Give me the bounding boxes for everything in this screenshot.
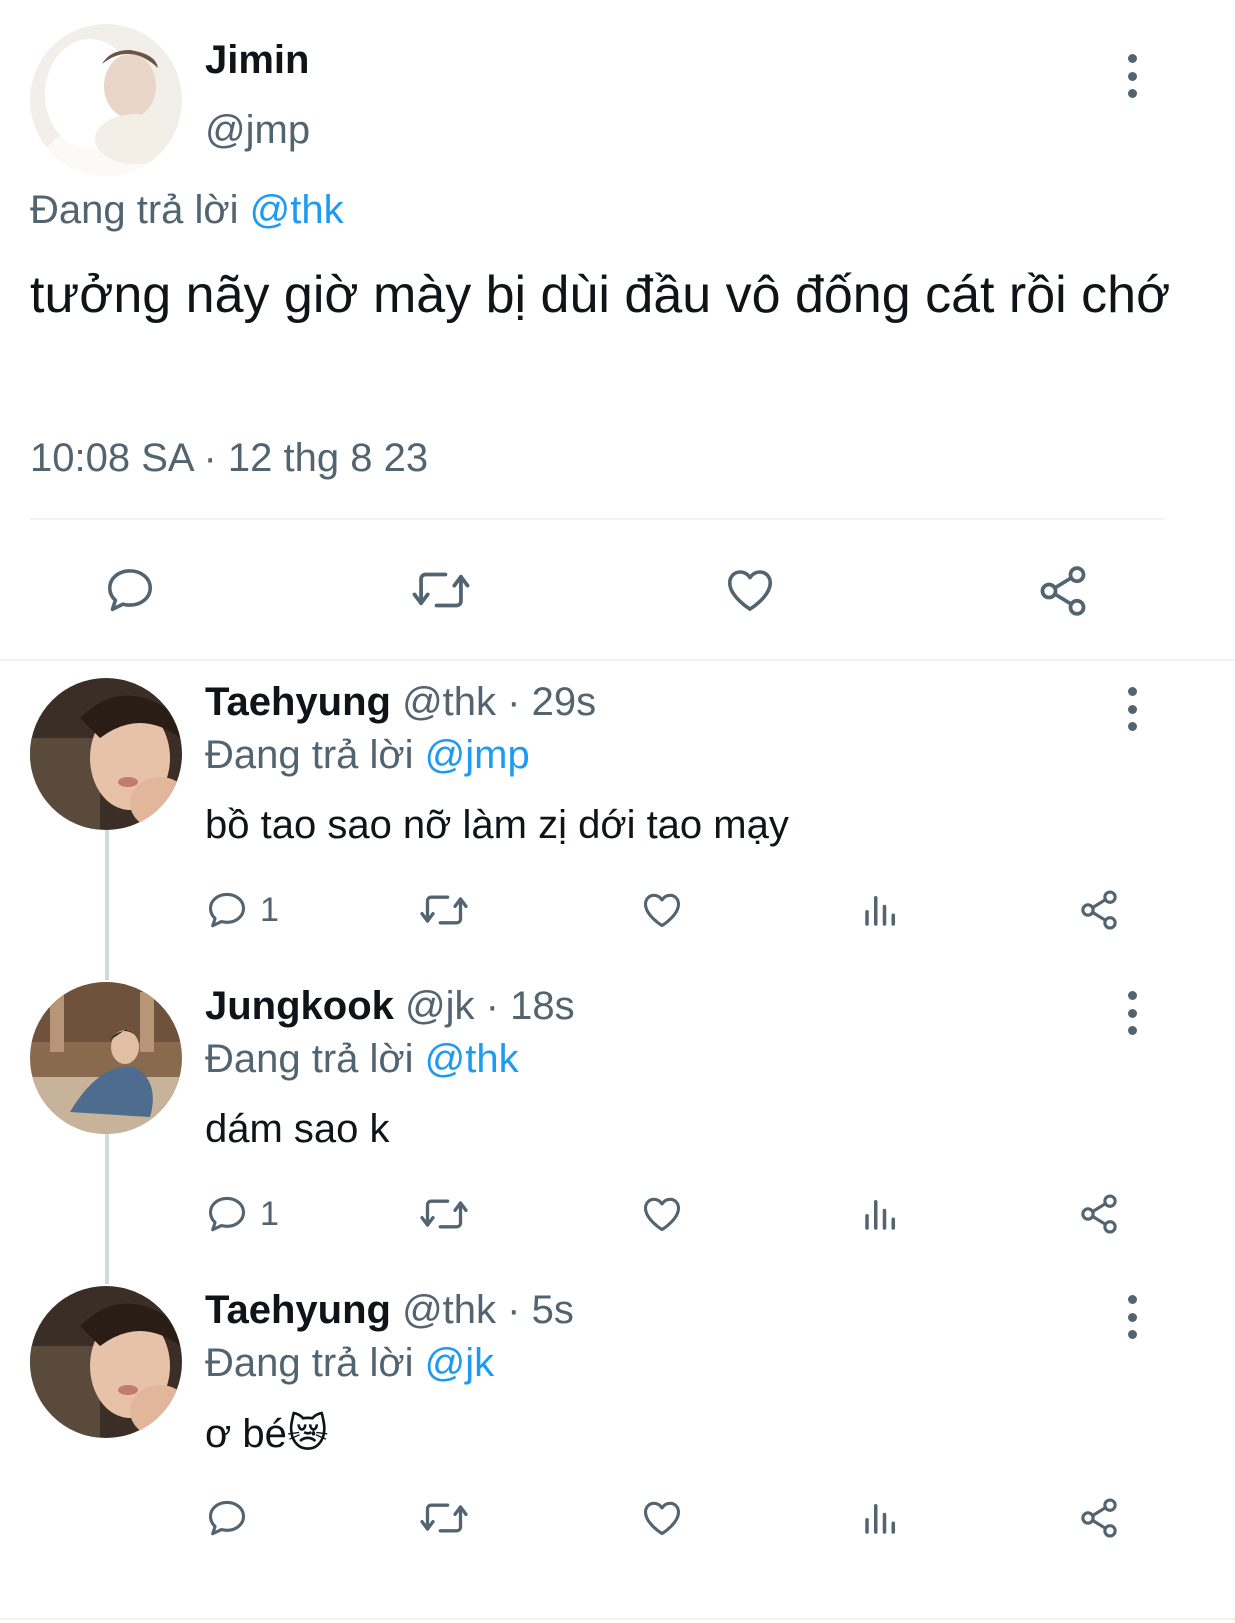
reply-text: ơ bé	[205, 1412, 287, 1456]
replying-to: Đang trả lời @thk	[30, 188, 344, 233]
more-options-icon[interactable]	[1124, 687, 1140, 731]
replying-to-handle[interactable]: @thk	[425, 1037, 519, 1081]
retweet-icon[interactable]	[410, 563, 472, 617]
reply-header: Taehyung @thk · 5s	[205, 1288, 574, 1333]
share-icon[interactable]	[1077, 1192, 1121, 1236]
replying-to: Đang trả lời @thk	[205, 1037, 519, 1082]
author-name[interactable]: Jungkook	[205, 984, 394, 1028]
author-name[interactable]: Jimin	[205, 38, 309, 83]
retweet-icon[interactable]	[418, 1496, 470, 1540]
replying-to: Đang trả lời @jk	[205, 1341, 494, 1386]
reply-count: 1	[260, 891, 279, 929]
share-icon[interactable]	[1077, 1496, 1121, 1540]
like-icon[interactable]	[639, 888, 685, 932]
author-handle[interactable]: @jk	[405, 984, 475, 1028]
like-icon[interactable]	[639, 1192, 685, 1236]
more-options-icon[interactable]	[1124, 1295, 1140, 1339]
author-handle[interactable]: @jmp	[205, 108, 310, 153]
reply-text: bồ tao sao nỡ làm zị dới tao mạy	[205, 803, 789, 847]
reply-text: dám sao k	[205, 1107, 390, 1151]
author-handle[interactable]: @thk	[402, 1288, 496, 1332]
views-icon[interactable]	[860, 1192, 902, 1236]
avatar-jimin[interactable]	[30, 24, 182, 176]
reply-header: Jungkook @jk · 18s	[205, 984, 575, 1029]
reply-text-container: ơ bé😿	[205, 1411, 329, 1457]
like-icon[interactable]	[639, 1496, 685, 1540]
tweet-text: tưởng nãy giờ mày bị dùi đầu vô đống cát…	[30, 266, 1171, 324]
reply-count: 1	[260, 1195, 279, 1233]
author-name[interactable]: Taehyung	[205, 1288, 391, 1332]
author-name[interactable]: Taehyung	[205, 680, 391, 724]
reply-icon[interactable]	[103, 563, 157, 617]
author-handle[interactable]: @thk	[402, 680, 496, 724]
more-options-icon[interactable]	[1124, 991, 1140, 1035]
thread-line	[105, 1134, 109, 1284]
replying-prefix: Đang trả lời	[205, 1037, 414, 1081]
replying-to: Đang trả lời @jmp	[205, 733, 530, 778]
reply-header: Taehyung @thk · 29s	[205, 680, 596, 725]
bottom-divider	[0, 1618, 1235, 1620]
replying-to-handle[interactable]: @jmp	[425, 733, 530, 777]
retweet-icon[interactable]	[418, 888, 470, 932]
views-icon[interactable]	[860, 1496, 902, 1540]
replying-prefix: Đang trả lời	[30, 188, 239, 232]
more-options-icon[interactable]	[1124, 54, 1140, 98]
tweet-timestamp[interactable]: 10:08 SA · 12 thg 8 23	[30, 436, 428, 481]
reply-time[interactable]: · 29s	[507, 680, 596, 724]
avatar-jungkook[interactable]	[30, 982, 182, 1134]
avatar-taehyung[interactable]	[30, 1286, 182, 1438]
views-icon[interactable]	[860, 888, 902, 932]
replying-to-handle[interactable]: @thk	[250, 188, 344, 232]
replying-prefix: Đang trả lời	[205, 733, 414, 777]
crying-cat-emoji: 😿	[286, 1411, 329, 1457]
reply-time[interactable]: · 5s	[507, 1288, 574, 1332]
like-icon[interactable]	[722, 563, 778, 617]
reply-icon[interactable]	[205, 888, 249, 932]
replying-to-handle[interactable]: @jk	[425, 1341, 495, 1385]
section-divider	[0, 659, 1235, 661]
thread-line	[105, 830, 109, 980]
replying-prefix: Đang trả lời	[205, 1341, 414, 1385]
divider	[30, 518, 1165, 520]
share-icon[interactable]	[1077, 888, 1121, 932]
reply-time[interactable]: · 18s	[486, 984, 575, 1028]
share-icon[interactable]	[1035, 563, 1091, 619]
avatar-taehyung[interactable]	[30, 678, 182, 830]
retweet-icon[interactable]	[418, 1192, 470, 1236]
reply-icon[interactable]	[205, 1496, 249, 1540]
reply-icon[interactable]	[205, 1192, 249, 1236]
